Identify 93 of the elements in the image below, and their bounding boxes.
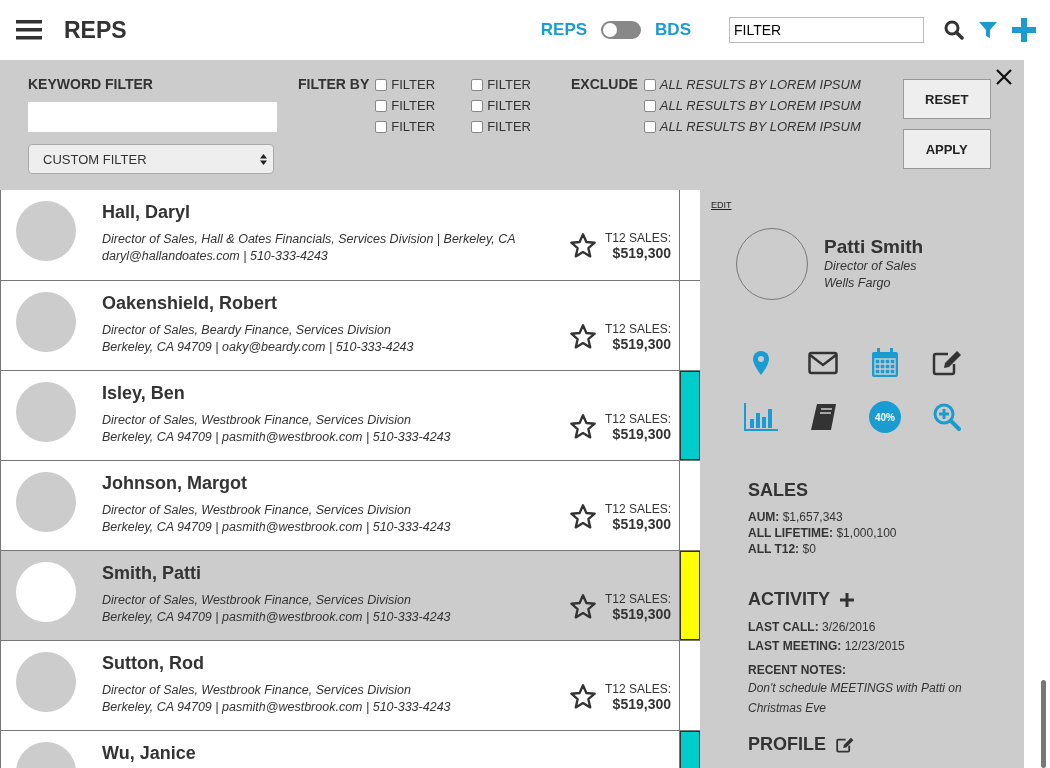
exclude-checkbox[interactable]: ALL RESULTS BY LOREM IPSUM	[643, 98, 861, 113]
rep-details: Director of Sales, Westbrook Finance, Services Division	[102, 412, 412, 429]
contact-title: Director of Sales	[824, 258, 918, 275]
sales-value: $519,300	[612, 695, 671, 712]
rep-contact: Berkeley, CA 94709 | pasmith@westbrook.com | 510-333-4243	[102, 429, 452, 446]
sales-heading: SALES	[748, 480, 809, 501]
edit-link[interactable]: EDIT	[711, 200, 732, 210]
exclude-checkbox[interactable]: ALL RESULTS BY LOREM IPSUM	[643, 119, 861, 134]
keyword-input-field[interactable]	[28, 102, 277, 132]
rep-name: Smith, Patti	[102, 563, 202, 584]
dropdown-arrows-icon	[260, 153, 267, 165]
star-icon[interactable]	[568, 322, 597, 351]
rep-name: Hall, Daryl	[102, 202, 192, 223]
star-icon[interactable]	[568, 232, 597, 260]
sales-label: T12 SALES:	[604, 411, 671, 426]
toggle-switch[interactable]	[601, 21, 642, 39]
contact-company: Wells Fargo	[824, 275, 892, 292]
rep-name: Johnson, Margot	[102, 473, 248, 494]
rep-card[interactable]: Smith, Patti Director of Sales, Westbrook Finance, Services Division Berkeley, CA 94709 | pasmith@westbrook.com | 510-333-4243 T12 SALES: $519,300	[0, 550, 700, 640]
filter-checkbox[interactable]: FILTER	[375, 77, 436, 92]
rep-details: Director of Sales, Hall & Oates Financials, Services Division | Berkeley, CA	[102, 231, 517, 248]
exclude-checkbox[interactable]: ALL RESULTS BY LOREM IPSUM	[643, 77, 861, 92]
exclude-label: EXCLUDE	[570, 76, 638, 94]
menu-icon[interactable]	[16, 20, 42, 40]
search-field[interactable]: FILTER	[729, 17, 924, 43]
avatar-placeholder	[16, 562, 76, 622]
rep-details: Director of Sales, Westbrook Finance, Services Division	[102, 592, 412, 609]
sales-label: T12 SALES:	[604, 591, 671, 606]
filter-checkbox[interactable]: FILTER	[471, 119, 531, 134]
recent-notes-text: Don't schedule MEETINGS with Patti on Christmas Eve	[748, 680, 963, 717]
add-icon[interactable]	[840, 592, 854, 607]
avatar-placeholder	[16, 201, 76, 261]
star-icon[interactable]	[568, 502, 597, 531]
rep-contact: Berkeley, CA 94709 | pasmith@westbrook.com | 510-333-4243	[102, 699, 452, 716]
rep-contact: Berkeley, CA 94709 | pasmith@westbrook.com | 510-333-4243	[102, 609, 452, 626]
rep-details: Director of Sales, Westbrook Finance, Services Division	[102, 502, 412, 519]
sales-value: $519,300	[612, 335, 671, 352]
rep-contact: Berkeley, CA 94709 | oaky@beardy.com | 510-333-4243	[102, 339, 415, 356]
reset-button[interactable]: RESET	[902, 79, 991, 119]
contact-name: Patti Smith	[824, 236, 924, 258]
rep-name: Oakenshield, Robert	[102, 293, 279, 314]
filter-checkbox[interactable]: FILTER	[375, 119, 436, 134]
sales-label: T12 SALES:	[604, 681, 671, 696]
rep-name: Sutton, Rod	[102, 653, 205, 674]
sales-value: $519,300	[612, 245, 671, 261]
sales-label: T12 SALES:	[604, 321, 671, 336]
star-icon[interactable]	[568, 412, 597, 441]
sales-value: $519,300	[612, 605, 671, 622]
profile-heading: PROFILE	[748, 734, 826, 755]
edit-icon[interactable]	[836, 736, 854, 753]
apply-button[interactable]: APPLY	[902, 129, 991, 169]
avatar-placeholder	[16, 382, 76, 442]
rep-contact: Berkeley, CA 94709 | pasmith@westbrook.com | 510-333-4243	[102, 519, 452, 536]
recent-notes-label: RECENT NOTES:	[748, 662, 847, 678]
activity-heading: ACTIVITY	[748, 589, 830, 610]
rep-name: Wu, Janice	[102, 743, 197, 764]
rep-card[interactable]: Wu, Janice	[0, 730, 700, 768]
sales-stat: ALL T12: $0	[748, 541, 817, 557]
scrollbar-thumb[interactable]	[1041, 680, 1046, 768]
sales-value: $519,300	[612, 515, 671, 532]
sales-label: T12 SALES:	[604, 231, 671, 245]
sales-value: $519,300	[612, 425, 671, 442]
book-icon[interactable]	[809, 403, 837, 431]
filter-checkbox[interactable]: FILTER	[471, 98, 531, 113]
avatar-placeholder	[16, 652, 76, 712]
keyword-filter-label: KEYWORD FILTER	[28, 76, 154, 92]
rep-card[interactable]: Isley, Ben Director of Sales, Westbrook Finance, Services Division Berkeley, CA 94709 | pasmith@westbrook.com | 510-333-4243 T12 SALES: $519,300	[0, 370, 700, 460]
rep-name: Isley, Ben	[102, 383, 186, 404]
filter-icon[interactable]	[978, 20, 998, 40]
rep-card[interactable]: Hall, Daryl Director of Sales, Hall & Oates Financials, Services Division | Berkeley, CA daryl@hallandoates.com | 510-333-4243 T12 SALES: $519,300	[0, 190, 700, 280]
edit-icon[interactable]	[932, 350, 962, 376]
star-icon[interactable]	[568, 592, 597, 621]
page-title: REPS	[64, 16, 127, 44]
mail-icon[interactable]	[808, 351, 838, 375]
activity-stat: LAST CALL: 3/26/2016	[748, 619, 877, 636]
custom-filter-dropdown[interactable]: CUSTOM FILTER	[28, 144, 274, 174]
sales-stat: AUM: $1,657,343	[748, 509, 844, 525]
close-icon[interactable]	[996, 69, 1012, 85]
rep-contact: daryl@hallandoates.com | 510-333-4243	[102, 248, 329, 265]
avatar-placeholder	[16, 292, 76, 352]
activity-stat: LAST MEETING: 12/23/2015	[748, 638, 906, 655]
rep-details: Director of Sales, Westbrook Finance, Services Division	[102, 682, 412, 699]
avatar-placeholder	[16, 472, 76, 532]
rep-card[interactable]: Sutton, Rod Director of Sales, Westbrook Finance, Services Division Berkeley, CA 94709 | pasmith@westbrook.com | 510-333-4243 T12 SALES: $519,300	[0, 640, 700, 730]
sales-label: T12 SALES:	[604, 501, 671, 516]
filter-checkbox[interactable]: FILTER	[375, 98, 436, 113]
search-icon[interactable]	[944, 20, 964, 40]
sales-stat: ALL LIFETIME: $1,000,100	[748, 525, 898, 541]
rep-card[interactable]: Oakenshield, Robert Director of Sales, Beardy Finance, Services Division Berkeley, CA 94709 | oaky@beardy.com | 510-333-4243 T12 SALES: $519,300	[0, 280, 700, 370]
star-icon[interactable]	[568, 682, 597, 711]
filter-checkbox[interactable]: FILTER	[471, 77, 531, 92]
rep-details: Director of Sales, Beardy Finance, Services Division	[102, 322, 392, 339]
filter-by-label: FILTER BY	[298, 76, 370, 94]
